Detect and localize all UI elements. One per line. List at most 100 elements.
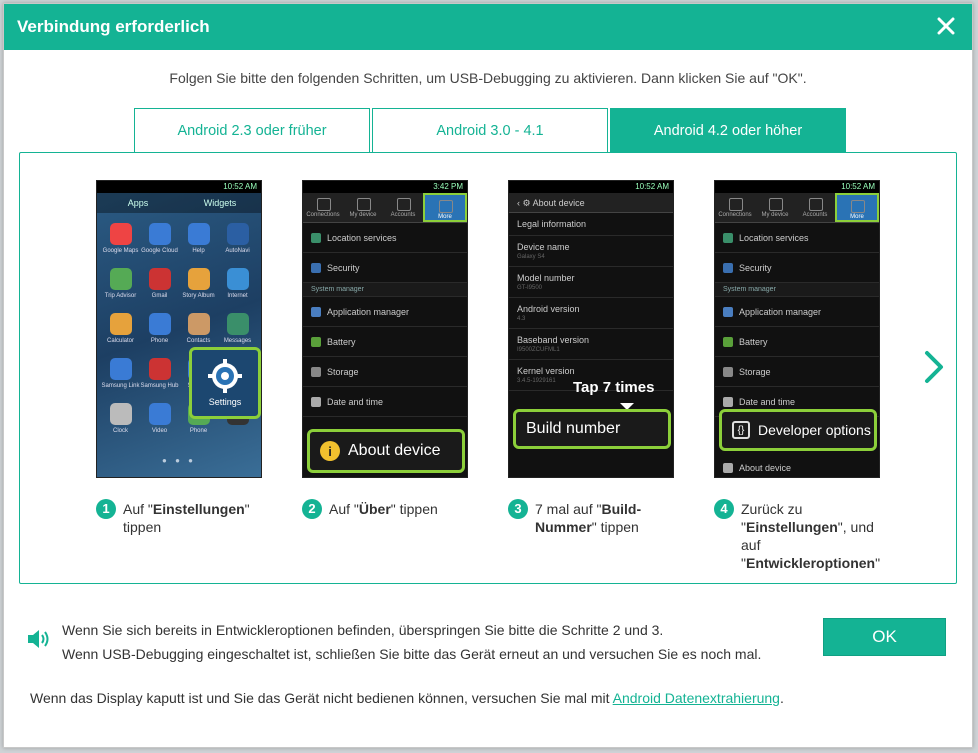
close-icon[interactable] — [932, 12, 960, 40]
app-icon: Google Cloud — [140, 223, 179, 254]
info-label: Legal information — [517, 219, 587, 229]
app-glyph-icon — [226, 223, 249, 245]
app-icon: Internet — [218, 268, 257, 299]
app-label: Phone — [150, 338, 169, 344]
ok-button[interactable]: OK — [823, 618, 946, 656]
app-label: Story Album — [182, 293, 215, 299]
caption-bold: Einstellungen — [152, 501, 245, 517]
hint-line-2: Wenn USB-Debugging eingeschaltet ist, sc… — [62, 646, 762, 662]
info-row: Legal information — [509, 213, 673, 236]
highlight-label: About device — [348, 442, 441, 459]
status-bar: 10:52 AM — [509, 181, 673, 193]
caption-text: Auf " — [123, 501, 153, 517]
highlight-label: Build number — [526, 420, 621, 437]
menu-row: Battery — [715, 327, 879, 357]
tab-more: More — [423, 193, 467, 222]
status-bar: 10:52 AM — [97, 181, 261, 193]
caption-text: " tippen — [591, 519, 639, 535]
app-icon: Gmail — [140, 268, 179, 299]
menu-row: Storage — [303, 357, 467, 387]
menu-row: Security — [303, 253, 467, 283]
footer-message: Wenn das Display kaputt ist und Sie das … — [30, 690, 613, 706]
app-glyph-icon — [187, 223, 210, 245]
step-2-caption: 2 Auf "Über" tippen — [302, 499, 472, 519]
info-value: GT-I9500 — [517, 285, 543, 291]
step-1: 10:52 AM Apps Widgets Google Maps Google … — [96, 180, 266, 536]
app-label: Samsung Hub — [140, 383, 179, 389]
menu-row: Security — [715, 253, 879, 283]
app-icon: Google Maps — [101, 223, 140, 254]
caption-text: " tippen — [390, 501, 438, 517]
step-1-caption: 1 Auf "Einstellungen" tippen — [96, 499, 266, 536]
dialog-title: Verbindung erforderlich — [17, 17, 210, 36]
settings-highlight: Settings — [189, 347, 261, 419]
instruction-text: Folgen Sie bitte den folgenden Schritten… — [169, 70, 807, 86]
app-label: Contacts — [186, 338, 211, 344]
info-row: Device name Galaxy S4 — [509, 236, 673, 267]
settings-tabs: Connections My device Accounts More — [303, 193, 467, 223]
app-glyph-icon — [109, 268, 132, 290]
info-label: Baseband version — [517, 335, 590, 345]
app-drawer-tabs: Apps Widgets — [97, 193, 261, 213]
tab-accounts: Accounts — [795, 193, 835, 222]
app-icon: Samsung Hub — [140, 358, 179, 389]
app-glyph-icon — [148, 403, 171, 425]
step-number: 3 — [508, 499, 528, 519]
caption-bold: Entwickleroptionen — [745, 555, 876, 571]
app-label: Messages — [223, 338, 252, 344]
tab-android-4-2[interactable]: Android 4.2 oder höher — [610, 108, 846, 152]
chevron-right-icon[interactable] — [922, 349, 946, 385]
app-label: Phone — [189, 428, 208, 434]
info-label: Model number — [517, 273, 575, 283]
app-glyph-icon — [187, 313, 210, 335]
menu-row: Location services — [303, 223, 467, 253]
info-row: Baseband version I9500ZCUFML1 — [509, 329, 673, 360]
menu-row: About device — [715, 453, 879, 477]
menu-section: System manager — [715, 283, 879, 297]
steps-panel: 10:52 AM Apps Widgets Google Maps Google … — [19, 152, 957, 584]
menu-row: Application manager — [303, 297, 467, 327]
step-2: 3:42 PM Connections My device Accounts M… — [302, 180, 472, 519]
step-4: 10:52 AM Connections My device Accounts … — [714, 180, 884, 572]
info-label: Device name — [517, 242, 570, 252]
phone-screenshot-4: 10:52 AM Connections My device Accounts … — [714, 180, 880, 478]
braces-icon: {} — [732, 421, 750, 439]
menu-row: Application manager — [715, 297, 879, 327]
status-bar: 3:42 PM — [303, 181, 467, 193]
info-value: 4.3 — [517, 316, 526, 322]
about-device-highlight: i About device — [307, 429, 465, 473]
hint-notes: Wenn Sie sich bereits in Entwickleroptio… — [62, 618, 761, 666]
app-icon: Phone — [140, 313, 179, 344]
gear-icon — [208, 359, 242, 393]
tab-widgets: Widgets — [203, 198, 237, 208]
app-icon: Video — [140, 403, 179, 434]
tab-apps: Apps — [127, 198, 149, 208]
tab-android-2-3[interactable]: Android 2.3 oder früher — [134, 108, 370, 152]
app-label: Clock — [112, 428, 128, 434]
caption-text: " — [875, 555, 881, 571]
tab-accounts: Accounts — [383, 193, 423, 222]
settings-tabs: Connections My device Accounts More — [715, 193, 879, 223]
step-number: 4 — [714, 499, 734, 519]
footer-text: Wenn das Display kaputt ist und Sie das … — [30, 690, 784, 706]
tab-android-3-0[interactable]: Android 3.0 - 4.1 — [372, 108, 608, 152]
app-glyph-icon — [109, 358, 132, 380]
app-label: Samsung Link — [101, 383, 140, 389]
developer-options-highlight: {} Developer options — [719, 409, 877, 451]
page-dots: ● ● ● — [162, 456, 196, 465]
caption-bold: Einstellungen — [745, 519, 838, 535]
info-value: I9500ZCUFML1 — [517, 347, 560, 353]
android-data-extraction-link[interactable]: Android Datenextrahierung — [613, 690, 780, 706]
app-label: Internet — [227, 293, 248, 299]
tap-7-times-label: Tap 7 times — [573, 379, 655, 396]
app-glyph-icon — [109, 403, 132, 425]
step-number: 1 — [96, 499, 116, 519]
info-row: Android version 4.3 — [509, 298, 673, 329]
app-icon: Calculator — [101, 313, 140, 344]
app-glyph-icon — [148, 268, 171, 290]
tab-more: More — [835, 193, 879, 222]
dialog-titlebar: Verbindung erforderlich — [4, 4, 972, 50]
menu-row: Storage — [715, 357, 879, 387]
connection-dialog: Verbindung erforderlich Folgen Sie bitte… — [3, 3, 973, 748]
info-rows: Legal information Device name Galaxy S4 Mod… — [509, 213, 673, 391]
